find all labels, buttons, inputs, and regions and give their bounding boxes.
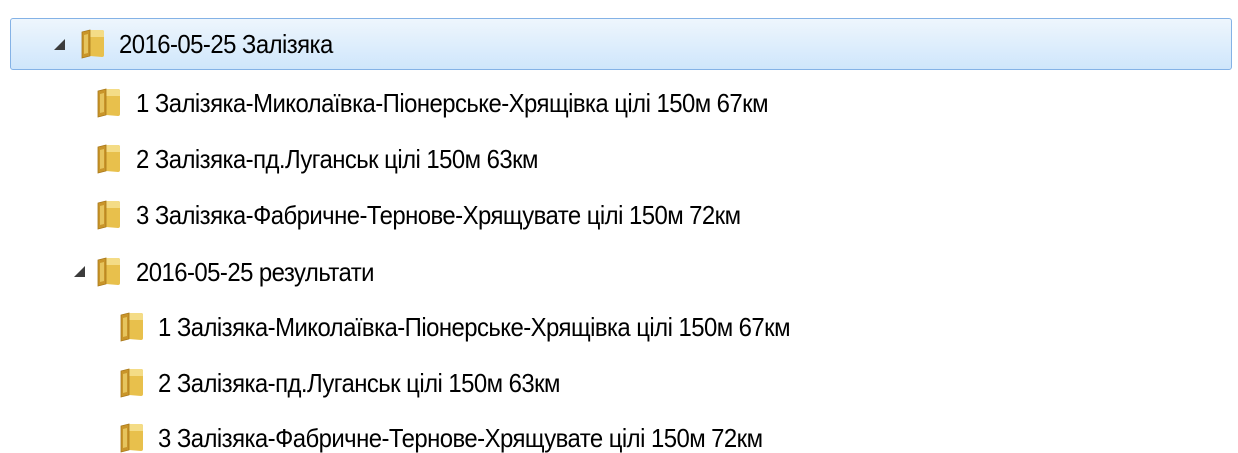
tree-item-label: 2 Залізяка-пд.Луганськ цілі 150м 63км [136, 144, 538, 174]
tree-item[interactable]: 1 Залізяка-Миколаївка-Піонерське-Хрящівк… [0, 75, 1238, 131]
tree-item-label: 1 Залізяка-Миколаївка-Піонерське-Хрящівк… [136, 88, 769, 118]
tree-item-label: 1 Залізяка-Миколаївка-Піонерське-Хрящівк… [158, 312, 791, 342]
tree-item-label: 2 Залізяка-пд.Луганськ цілі 150м 63км [158, 368, 560, 398]
folder-icon [119, 368, 145, 398]
folder-icon [96, 88, 122, 118]
folder-icon [96, 257, 122, 287]
tree-item-2016-05-25-zalizyaka[interactable]: 2016-05-25 Залізяка [10, 18, 1232, 70]
tree-item-2016-05-25-rezultaty[interactable]: 2016-05-25 результати [0, 244, 1238, 300]
folder-icon [80, 29, 106, 59]
expanded-arrow-icon[interactable] [54, 39, 65, 50]
tree-item[interactable]: 1 Залізяка-Миколаївка-Піонерське-Хрящівк… [0, 299, 1238, 355]
tree-item-label: 2016-05-25 Залізяка [119, 29, 333, 59]
tree-item[interactable]: 2 Залізяка-пд.Луганськ цілі 150м 63км [0, 355, 1238, 411]
tree-item-label: 3 Залізяка-Фабричне-Тернове-Хрящувате ці… [136, 200, 741, 230]
folder-icon [119, 423, 145, 453]
folder-icon [119, 312, 145, 342]
folder-icon [96, 200, 122, 230]
tree-item[interactable]: 2 Залізяка-пд.Луганськ цілі 150м 63км [0, 131, 1238, 187]
folder-tree: 2016-05-25 Залізяка 1 Залізяка-Миколаївк… [0, 0, 1238, 453]
expanded-arrow-icon[interactable] [74, 266, 85, 277]
tree-item-label: 3 Залізяка-Фабричне-Тернове-Хрящувате ці… [158, 423, 763, 453]
folder-icon [96, 144, 122, 174]
tree-item-label: 2016-05-25 результати [136, 257, 375, 287]
tree-item[interactable]: 3 Залізяка-Фабричне-Тернове-Хрящувате ці… [0, 410, 1238, 453]
tree-item[interactable]: 3 Залізяка-Фабричне-Тернове-Хрящувате ці… [0, 187, 1238, 243]
